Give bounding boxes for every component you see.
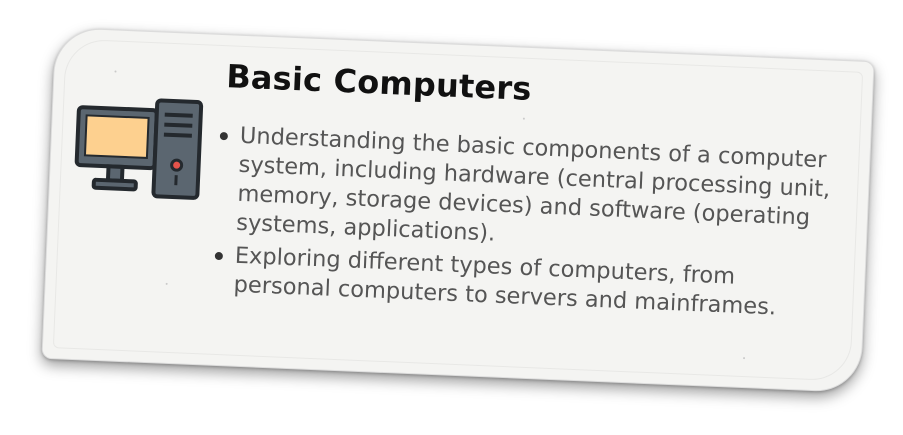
paper-texture-speck bbox=[522, 117, 525, 120]
page: Basic Computers Understanding the basic … bbox=[0, 0, 903, 435]
topic-bullet-list: Understanding the basic components of a … bbox=[213, 121, 840, 329]
desktop-computer-icon bbox=[71, 93, 215, 209]
paper-texture-speck bbox=[165, 282, 168, 285]
bullet-icon bbox=[214, 251, 224, 261]
topic-card: Basic Computers Understanding the basic … bbox=[41, 26, 875, 394]
paper-texture-speck bbox=[743, 357, 746, 360]
paper-texture-speck bbox=[114, 70, 117, 73]
list-item: Understanding the basic components of a … bbox=[216, 121, 840, 263]
bullet-icon bbox=[219, 131, 229, 141]
